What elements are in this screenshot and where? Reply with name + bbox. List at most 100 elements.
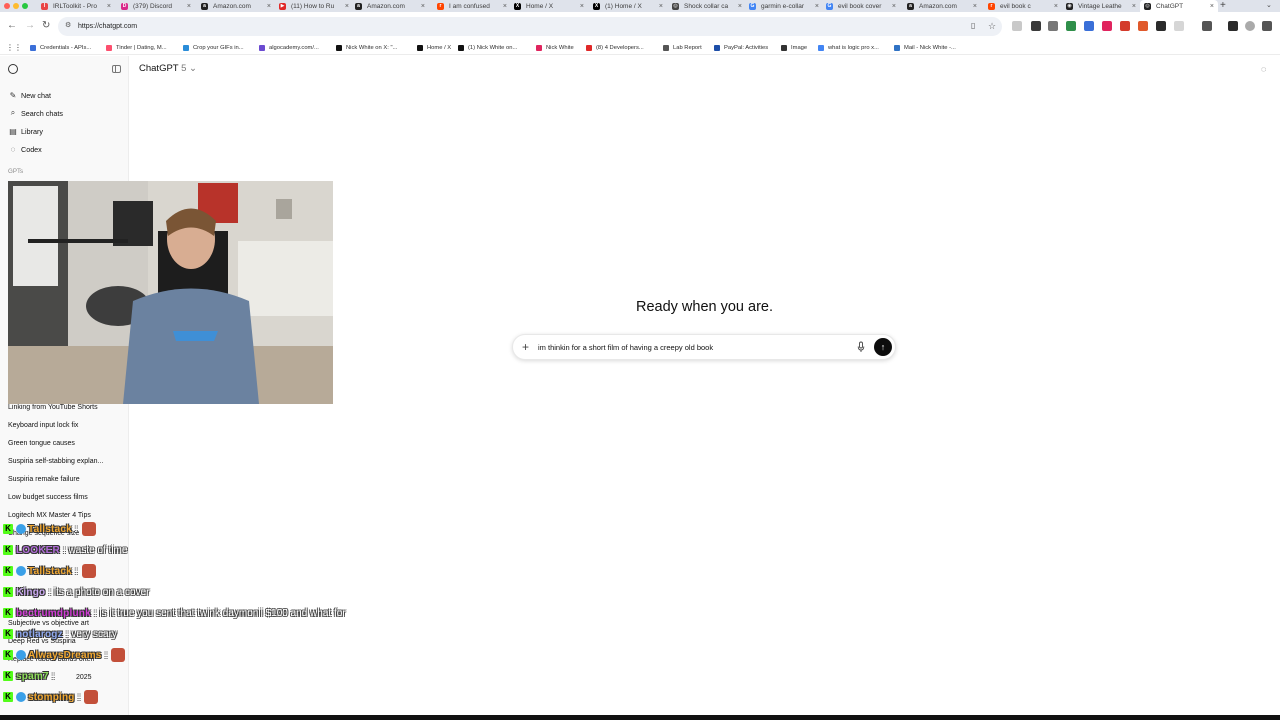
bookmark-item[interactable]: Crop your GIFs in... bbox=[183, 40, 244, 55]
close-tab-icon[interactable]: × bbox=[892, 3, 896, 10]
url-text[interactable]: https://chatgpt.com bbox=[78, 17, 137, 36]
chat-message-text: : waste of time bbox=[62, 544, 128, 556]
temporary-chat-icon[interactable]: ◌ bbox=[1261, 64, 1266, 74]
new-chat-button[interactable]: ✎ New chat bbox=[8, 88, 51, 102]
browser-tab[interactable]: Ggarmin e-collar × bbox=[745, 0, 823, 12]
bookmark-item[interactable]: (1) Nick White on... bbox=[458, 40, 517, 55]
bookmark-item[interactable]: Nick White bbox=[536, 40, 574, 55]
close-tab-icon[interactable]: × bbox=[659, 3, 663, 10]
tab-title: Shock collar ca bbox=[684, 2, 729, 10]
chat-history-item[interactable]: 2025 bbox=[76, 674, 92, 686]
close-window-icon[interactable] bbox=[4, 3, 10, 9]
browser-tab[interactable]: ◎ ChatGPT × bbox=[1140, 0, 1218, 12]
bookmark-star-icon[interactable]: ☆ bbox=[988, 12, 996, 40]
browser-tab[interactable]: a Amazon.com × bbox=[903, 0, 981, 12]
close-tab-icon[interactable]: × bbox=[345, 3, 349, 10]
bookmark-item[interactable]: what is logic pro x... bbox=[818, 40, 879, 55]
model-name: ChatGPT bbox=[139, 63, 179, 74]
sidebar-toggle-icon[interactable] bbox=[112, 65, 121, 73]
extension-icon[interactable] bbox=[1031, 21, 1041, 31]
bookmark-item[interactable]: Home / X bbox=[417, 40, 451, 55]
bookmark-item[interactable]: Mail - Nick White -... bbox=[894, 40, 956, 55]
model-selector[interactable]: ChatGPT 5 ⌄ bbox=[139, 63, 197, 74]
extension-icon[interactable] bbox=[1012, 21, 1022, 31]
extension-icon[interactable] bbox=[1174, 21, 1184, 31]
bookmark-item[interactable]: PayPal: Activities bbox=[714, 40, 768, 55]
browser-tab[interactable]: D (379) Discord × bbox=[117, 0, 195, 12]
browser-tab[interactable]: r evil book c × bbox=[984, 0, 1062, 12]
kick-badge-icon: K bbox=[3, 692, 13, 702]
openai-logo-icon[interactable] bbox=[8, 64, 18, 74]
browser-tab[interactable]: ▶ (11) How to Ru × bbox=[275, 0, 353, 12]
extension-icon[interactable] bbox=[1202, 21, 1212, 31]
close-tab-icon[interactable]: × bbox=[503, 3, 507, 10]
bookmark-item[interactable]: Lab Report bbox=[663, 40, 702, 55]
bookmark-item[interactable]: Tinder | Dating, M... bbox=[106, 40, 167, 55]
bookmark-item[interactable]: (8) 4 Developers... bbox=[586, 40, 644, 55]
extension-icon[interactable] bbox=[1120, 21, 1130, 31]
extension-icon[interactable] bbox=[1262, 21, 1272, 31]
tab-title: Amazon.com bbox=[919, 2, 957, 10]
extension-icon[interactable] bbox=[1102, 21, 1112, 31]
extension-icon[interactable] bbox=[1228, 21, 1238, 31]
forward-icon[interactable]: → bbox=[25, 12, 35, 40]
close-tab-icon[interactable]: × bbox=[973, 3, 977, 10]
bookmark-item[interactable]: Nick White on X: "... bbox=[336, 40, 397, 55]
codex-button[interactable]: ◌ Codex bbox=[8, 142, 42, 156]
chat-history-item[interactable]: Linking from YouTube Shorts bbox=[8, 404, 98, 416]
browser-tab[interactable]: I IRLToolkit - Pro × bbox=[37, 0, 115, 12]
close-tab-icon[interactable]: × bbox=[1210, 3, 1214, 10]
close-tab-icon[interactable]: × bbox=[1054, 3, 1058, 10]
close-tab-icon[interactable]: × bbox=[187, 3, 191, 10]
search-chats-button[interactable]: ⌕ Search chats bbox=[8, 106, 63, 120]
extension-icon[interactable] bbox=[1245, 21, 1255, 31]
send-button[interactable]: ↑ bbox=[874, 338, 892, 356]
browser-tab[interactable]: a Amazon.com × bbox=[351, 0, 429, 12]
tab-title: garmin e-collar bbox=[761, 2, 804, 10]
chat-history-item[interactable]: Suspiria remake failure bbox=[8, 476, 80, 488]
browser-tab[interactable]: X (1) Home / X × bbox=[589, 0, 667, 12]
close-tab-icon[interactable]: × bbox=[815, 3, 819, 10]
chat-history-item[interactable]: Low budget success films bbox=[8, 494, 88, 506]
prompt-input[interactable] bbox=[538, 340, 848, 354]
extension-icon[interactable] bbox=[1156, 21, 1166, 31]
browser-tab[interactable]: r I am confused × bbox=[433, 0, 511, 12]
apps-grid-icon[interactable]: ⋮⋮ bbox=[6, 40, 22, 55]
reload-icon[interactable]: ↻ bbox=[42, 12, 50, 40]
bookmark-item[interactable]: Image bbox=[781, 40, 807, 55]
browser-tab[interactable]: ◎ Shock collar ca × bbox=[668, 0, 746, 12]
add-attachment-button[interactable]: + bbox=[522, 339, 529, 355]
address-bar[interactable] bbox=[58, 17, 1002, 36]
tab-search-icon[interactable]: ⌄ bbox=[1266, 0, 1272, 12]
user-badge-icon bbox=[16, 650, 26, 660]
chat-history-item[interactable]: Keyboard input lock fix bbox=[8, 422, 78, 434]
site-info-icon[interactable]: ⚙ bbox=[65, 12, 71, 40]
extension-icon[interactable] bbox=[1066, 21, 1076, 31]
chat-history-item[interactable]: Green tongue causes bbox=[8, 440, 75, 452]
browser-tab[interactable]: X Home / X × bbox=[510, 0, 588, 12]
close-tab-icon[interactable]: × bbox=[421, 3, 425, 10]
new-tab-button[interactable]: + bbox=[1220, 0, 1226, 12]
tab-favicon-icon: ◎ bbox=[672, 2, 679, 10]
extension-icon[interactable] bbox=[1048, 21, 1058, 31]
bookmark-item[interactable]: algocademy.com/... bbox=[259, 40, 319, 55]
browser-tab[interactable]: Gevil book cover × bbox=[822, 0, 900, 12]
kick-badge-icon: K bbox=[3, 566, 13, 576]
microphone-icon[interactable] bbox=[857, 340, 865, 354]
back-icon[interactable]: ← bbox=[7, 12, 17, 40]
library-button[interactable]: ▤ Library bbox=[8, 124, 43, 138]
close-tab-icon[interactable]: × bbox=[738, 3, 742, 10]
minimize-window-icon[interactable] bbox=[13, 3, 19, 9]
close-tab-icon[interactable]: × bbox=[267, 3, 271, 10]
extension-icon[interactable] bbox=[1138, 21, 1148, 31]
page-icon[interactable]: ▯ bbox=[971, 12, 975, 40]
close-tab-icon[interactable]: × bbox=[107, 3, 111, 10]
chat-history-item[interactable]: Suspiria self-stabbing explan... bbox=[8, 458, 103, 470]
bookmark-item[interactable]: Credentials - APIs... bbox=[30, 40, 91, 55]
maximize-window-icon[interactable] bbox=[22, 3, 28, 9]
close-tab-icon[interactable]: × bbox=[1132, 3, 1136, 10]
extension-icon[interactable] bbox=[1084, 21, 1094, 31]
close-tab-icon[interactable]: × bbox=[580, 3, 584, 10]
browser-tab[interactable]: a Amazon.com × bbox=[197, 0, 275, 12]
browser-tab[interactable]: ◉ Vintage Leathe × bbox=[1062, 0, 1140, 12]
